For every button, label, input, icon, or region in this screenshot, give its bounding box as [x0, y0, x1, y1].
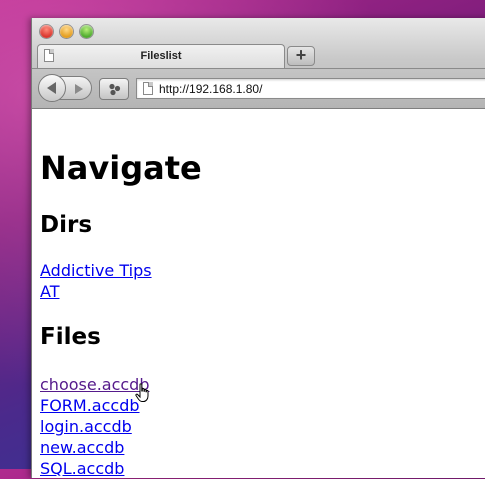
- file-link-login[interactable]: login.accdb: [40, 417, 132, 436]
- back-forward-group: [38, 74, 92, 102]
- window-controls: [40, 25, 93, 38]
- dir-link-addictive-tips[interactable]: Addictive Tips: [40, 261, 152, 280]
- page-content: Navigate Dirs Addictive Tips AT Files ch…: [32, 109, 485, 478]
- navigation-toolbar: [32, 69, 485, 108]
- list-item: login.accdb: [40, 416, 150, 437]
- page-title: Navigate: [40, 149, 202, 187]
- forward-arrow-icon: [75, 84, 83, 94]
- list-item: Addictive Tips: [40, 260, 152, 281]
- page-icon: [143, 82, 153, 95]
- share-icon: [109, 83, 121, 96]
- tab-title: Fileslist: [140, 50, 182, 62]
- browser-window: Fileslist + Navigate Dirs: [31, 18, 485, 478]
- back-arrow-icon: [46, 82, 56, 94]
- back-button[interactable]: [38, 74, 66, 102]
- zoom-window-button[interactable]: [80, 25, 93, 38]
- tab-fileslist[interactable]: Fileslist: [37, 44, 285, 68]
- share-button[interactable]: [99, 78, 129, 100]
- close-window-button[interactable]: [40, 25, 53, 38]
- forward-button[interactable]: [71, 82, 87, 96]
- new-tab-button[interactable]: +: [287, 46, 315, 66]
- dirs-list: Addictive Tips AT: [40, 260, 152, 302]
- dir-link-at[interactable]: AT: [40, 282, 59, 301]
- file-link-new[interactable]: new.accdb: [40, 438, 124, 457]
- tab-bar: Fileslist +: [32, 44, 485, 69]
- file-link-choose[interactable]: choose.accdb: [40, 375, 150, 394]
- browser-chrome: Fileslist +: [32, 18, 485, 109]
- list-item: choose.accdb: [40, 374, 150, 395]
- hand-pointer-icon: [135, 383, 149, 402]
- dirs-heading: Dirs: [40, 212, 93, 238]
- list-item: FORM.accdb: [40, 395, 150, 416]
- list-item: new.accdb: [40, 437, 150, 458]
- list-item: AT: [40, 281, 152, 302]
- files-list: choose.accdb FORM.accdb login.accdb new.…: [40, 374, 150, 479]
- url-input[interactable]: [159, 81, 479, 96]
- minimize-window-button[interactable]: [60, 25, 73, 38]
- address-bar[interactable]: [136, 78, 485, 99]
- file-link-form[interactable]: FORM.accdb: [40, 396, 140, 415]
- files-heading: Files: [40, 324, 101, 350]
